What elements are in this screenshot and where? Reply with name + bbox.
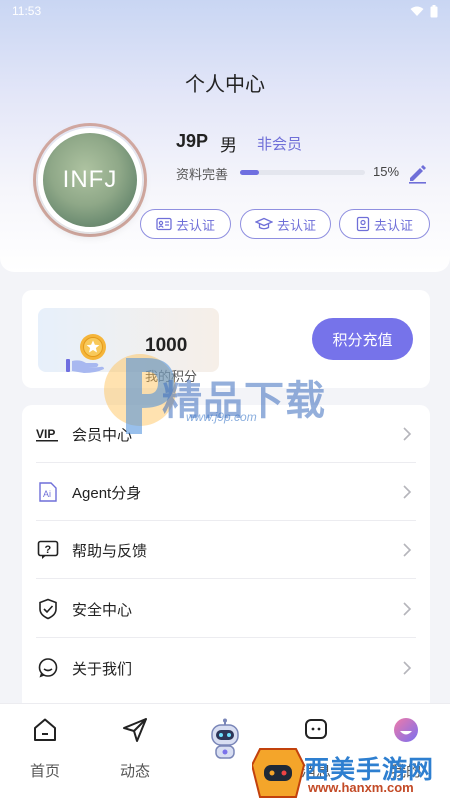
tab-home[interactable]: 首页 [15, 716, 75, 786]
menu-list: VIP 会员中心 Ai Agent分身 ? 帮助与反馈 安全中心 关于我们 [22, 405, 430, 725]
certify-identity-label: 去认证 [175, 217, 215, 233]
menu-item-label: 关于我们 [72, 660, 133, 678]
hand-icon [66, 359, 104, 373]
menu-item-security[interactable]: 安全中心 [22, 580, 430, 638]
status-time: 11:53 [12, 4, 42, 18]
menu-item-about[interactable]: 关于我们 [22, 639, 430, 697]
tab-feed[interactable]: 动态 [105, 716, 165, 786]
menu-item-label: 安全中心 [72, 601, 133, 619]
graduation-cap-icon [254, 217, 273, 230]
chevron-right-icon [403, 427, 412, 441]
user-gender: 男 [220, 136, 237, 155]
recharge-points-button[interactable]: 积分充值 [312, 318, 413, 360]
certify-identity-button[interactable]: 去认证 [140, 209, 231, 239]
message-icon [305, 719, 327, 739]
shield-icon [36, 597, 60, 621]
tab-label: 动态 [119, 763, 150, 780]
chevron-right-icon [403, 602, 412, 616]
svg-text:Ai: Ai [43, 489, 51, 499]
certify-badge-label: 去认证 [373, 217, 413, 233]
watermark-site-url: www.hanxm.com [308, 780, 414, 795]
battery-icon [430, 4, 438, 17]
help-icon: ? [36, 538, 60, 562]
menu-item-agent[interactable]: Ai Agent分身 [22, 463, 430, 521]
svg-text:?: ? [45, 544, 52, 556]
page-title: 个人中心 [185, 74, 265, 96]
chevron-right-icon [403, 661, 412, 675]
tab-label: 首页 [29, 763, 60, 780]
send-icon [123, 718, 147, 742]
profile-completion-fill [240, 170, 259, 175]
avatar[interactable]: INFJ [38, 128, 142, 232]
points-panel[interactable]: 1000 我的积分 [38, 308, 219, 384]
wifi-icon [410, 6, 424, 16]
points-value: 1000 [145, 335, 188, 356]
badge-icon [356, 216, 370, 232]
profile-completion-value: 15% [373, 164, 400, 179]
menu-item-label: 会员中心 [72, 426, 133, 444]
agent-icon: Ai [36, 480, 60, 504]
menu-item-help[interactable]: ? 帮助与反馈 [22, 521, 430, 579]
profile-icon [394, 718, 418, 742]
svg-text:VIP: VIP [36, 427, 55, 441]
user-name: J9P [176, 131, 209, 151]
id-card-icon [156, 217, 172, 231]
watermark-url: www.j9p.com [186, 410, 257, 424]
edit-icon[interactable] [406, 162, 428, 184]
robot-icon[interactable] [205, 718, 245, 762]
status-bar: 11:53 [0, 0, 450, 22]
certify-education-button[interactable]: 去认证 [240, 209, 331, 239]
profile-completion-label: 资料完善 [176, 167, 229, 182]
home-icon [34, 718, 56, 741]
menu-item-label: Agent分身 [72, 484, 142, 502]
chevron-right-icon [403, 543, 412, 557]
chat-bubble-icon [36, 656, 60, 680]
certify-badge-button[interactable]: 去认证 [339, 209, 430, 239]
member-status[interactable]: 非会员 [257, 133, 302, 154]
menu-item-label: 帮助与反馈 [72, 542, 148, 560]
chevron-right-icon [403, 485, 412, 499]
profile-completion-bar [240, 170, 365, 175]
certify-education-label: 去认证 [276, 217, 316, 233]
vip-icon: VIP [36, 422, 60, 446]
